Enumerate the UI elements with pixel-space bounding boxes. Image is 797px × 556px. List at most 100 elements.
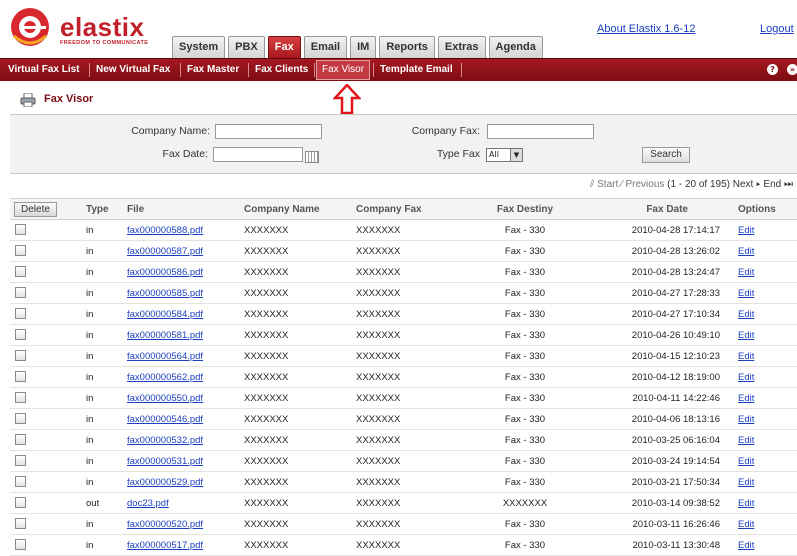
- row-company-fax: XXXXXXX: [352, 513, 462, 535]
- tab-im[interactable]: IM: [350, 36, 377, 58]
- row-file-link[interactable]: doc23.pdf: [127, 498, 169, 509]
- row-fax-date: 2010-04-11 14:22:46: [588, 387, 728, 409]
- subnav-fax-master[interactable]: Fax Master: [182, 59, 244, 81]
- row-checkbox[interactable]: [15, 476, 26, 488]
- row-edit-link[interactable]: Edit: [738, 225, 754, 236]
- row-checkbox[interactable]: [15, 329, 26, 341]
- row-options-cell: Edit: [728, 219, 797, 241]
- row-checkbox[interactable]: [15, 266, 26, 278]
- row-file-link[interactable]: fax000000550.pdf: [127, 393, 203, 404]
- tab-extras[interactable]: Extras: [437, 36, 486, 58]
- company-fax-input[interactable]: [487, 124, 594, 139]
- row-edit-link[interactable]: Edit: [738, 435, 754, 446]
- row-edit-link[interactable]: Edit: [738, 330, 754, 341]
- tab-fax[interactable]: Fax: [267, 36, 301, 58]
- calendar-icon[interactable]: [305, 151, 319, 163]
- delete-button[interactable]: Delete: [14, 201, 57, 217]
- tab-reports[interactable]: Reports: [379, 36, 435, 58]
- subnav-new-virtual-fax[interactable]: New Virtual Fax: [91, 59, 175, 81]
- row-file-link[interactable]: fax000000532.pdf: [127, 435, 203, 446]
- row-file-cell: fax000000529.pdf: [127, 471, 240, 493]
- row-file-link[interactable]: fax000000564.pdf: [127, 351, 203, 362]
- row-edit-link[interactable]: Edit: [738, 351, 754, 362]
- row-checkbox[interactable]: [15, 371, 26, 383]
- tab-pbx[interactable]: PBX: [228, 36, 265, 58]
- row-file-cell: fax000000581.pdf: [127, 324, 240, 346]
- row-edit-link[interactable]: Edit: [738, 519, 754, 530]
- about-link[interactable]: About Elastix 1.6-12: [597, 23, 695, 35]
- previous-link[interactable]: Previous: [625, 179, 664, 190]
- tab-email[interactable]: Email: [303, 36, 348, 58]
- row-checkbox[interactable]: [15, 350, 26, 362]
- logout-link[interactable]: Logout: [760, 23, 794, 35]
- row-file-link[interactable]: fax000000531.pdf: [127, 456, 203, 467]
- subnav-fax-clients[interactable]: Fax Clients: [250, 59, 313, 81]
- row-edit-link[interactable]: Edit: [738, 393, 754, 404]
- row-edit-link[interactable]: Edit: [738, 309, 754, 320]
- row-company-fax: XXXXXXX: [352, 492, 462, 514]
- row-options-cell: Edit: [728, 366, 797, 388]
- help-icon[interactable]: ?: [767, 64, 778, 75]
- row-type: in: [86, 240, 127, 262]
- row-file-link[interactable]: fax000000588.pdf: [127, 225, 203, 236]
- row-checkbox[interactable]: [15, 539, 26, 551]
- row-checkbox[interactable]: [15, 455, 26, 467]
- row-file-cell: fax000000562.pdf: [127, 366, 240, 388]
- next-link[interactable]: Next: [733, 179, 754, 190]
- row-file-link[interactable]: fax000000586.pdf: [127, 267, 203, 278]
- row-file-link[interactable]: fax000000562.pdf: [127, 372, 203, 383]
- row-checkbox[interactable]: [15, 392, 26, 404]
- company-fax-label: Company Fax:: [411, 125, 480, 137]
- subnav-virtual-fax-list[interactable]: Virtual Fax List: [3, 59, 85, 81]
- row-company-name: XXXXXXX: [240, 282, 352, 304]
- row-fax-date: 2010-04-28 13:24:47: [588, 261, 728, 283]
- row-file-link[interactable]: fax000000529.pdf: [127, 477, 203, 488]
- row-file-link[interactable]: fax000000587.pdf: [127, 246, 203, 257]
- row-edit-link[interactable]: Edit: [738, 372, 754, 383]
- row-file-link[interactable]: fax000000581.pdf: [127, 330, 203, 341]
- type-fax-select[interactable]: All ▼: [486, 148, 523, 162]
- row-edit-link[interactable]: Edit: [738, 498, 754, 509]
- row-checkbox[interactable]: [15, 497, 26, 509]
- end-link[interactable]: End: [763, 179, 781, 190]
- row-checkbox[interactable]: [15, 224, 26, 236]
- row-file-link[interactable]: fax000000517.pdf: [127, 540, 203, 551]
- row-options-cell: Edit: [728, 324, 797, 346]
- row-checkbox[interactable]: [15, 518, 26, 530]
- row-edit-link[interactable]: Edit: [738, 246, 754, 257]
- row-checkbox[interactable]: [15, 287, 26, 299]
- row-checkbox[interactable]: [15, 245, 26, 257]
- row-edit-link[interactable]: Edit: [738, 456, 754, 467]
- table-row: out doc23.pdf XXXXXXX XXXXXXX XXXXXXX 2010-03…: [10, 492, 797, 514]
- row-file-cell: fax000000585.pdf: [127, 282, 240, 304]
- fax-date-input[interactable]: [213, 147, 303, 162]
- row-company-fax: XXXXXXX: [352, 534, 462, 556]
- subnav-fax-visor[interactable]: Fax Visor: [316, 60, 371, 80]
- tab-agenda[interactable]: Agenda: [488, 36, 543, 58]
- type-fax-value: All: [489, 150, 499, 159]
- row-file-link[interactable]: fax000000584.pdf: [127, 309, 203, 320]
- tab-system[interactable]: System: [172, 36, 226, 58]
- row-options-cell: Edit: [728, 450, 797, 472]
- row-edit-link[interactable]: Edit: [738, 267, 754, 278]
- row-checkbox[interactable]: [15, 308, 26, 320]
- row-edit-link[interactable]: Edit: [738, 477, 754, 488]
- row-file-link[interactable]: fax000000546.pdf: [127, 414, 203, 425]
- table-row: in fax000000581.pdf XXXXXXX XXXXXXX Fax - 33…: [10, 324, 797, 346]
- row-type: in: [86, 324, 127, 346]
- row-checkbox[interactable]: [15, 413, 26, 425]
- search-button[interactable]: Search: [642, 147, 690, 163]
- start-link[interactable]: Start: [597, 179, 618, 190]
- row-file-link[interactable]: fax000000520.pdf: [127, 519, 203, 530]
- company-name-input[interactable]: [215, 124, 322, 139]
- elastix-logo[interactable]: elastix FREEDOM TO COMMUNICATE: [10, 6, 155, 52]
- row-checkbox[interactable]: [15, 434, 26, 446]
- row-edit-link[interactable]: Edit: [738, 288, 754, 299]
- subnav-template-email[interactable]: Template Email: [375, 59, 458, 81]
- row-file-cell: fax000000588.pdf: [127, 219, 240, 241]
- header-company-fax: Company Fax: [352, 198, 462, 220]
- row-edit-link[interactable]: Edit: [738, 540, 754, 551]
- expand-icon[interactable]: »: [787, 64, 797, 75]
- row-edit-link[interactable]: Edit: [738, 414, 754, 425]
- row-file-link[interactable]: fax000000585.pdf: [127, 288, 203, 299]
